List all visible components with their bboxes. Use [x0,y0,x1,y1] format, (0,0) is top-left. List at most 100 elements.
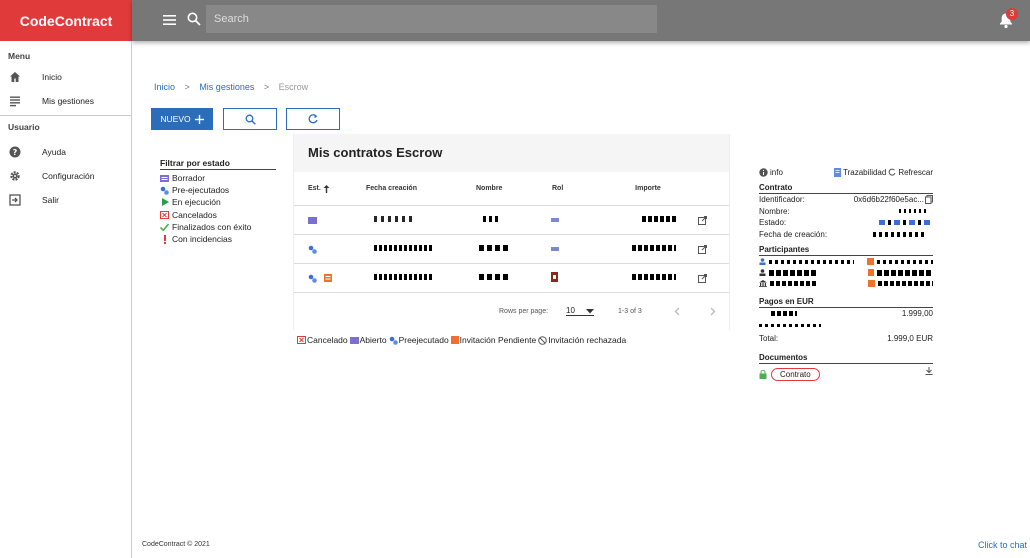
info-link[interactable]: info [759,168,783,177]
filter-con-incidencias[interactable]: Con incidencias [160,233,276,245]
table-row[interactable] [294,264,729,293]
rows-per-page-label: Rows per page: [499,307,549,315]
person-icon [759,269,766,276]
redacted-date [352,216,452,224]
legend-cancelado: Cancelado [297,335,348,345]
chevron-right-icon[interactable] [710,307,716,316]
filter-label: Finalizados con éxito [172,221,252,232]
trazabilidad-link[interactable]: Trazabilidad [834,167,886,177]
cancel-icon [160,210,169,219]
participant-row [759,267,934,278]
status-filter: Filtrar por estado Borrador Pre-ejecutad… [160,158,276,245]
sidebar-item-label: Ayuda [42,147,66,157]
sidebar-item-mis-gestiones[interactable]: Mis gestiones [0,89,131,113]
filter-label: Con incidencias [172,234,233,245]
breadcrumb-current: Escrow [278,82,309,92]
sidebar-item-label: Mis gestiones [42,96,94,106]
legend-preejecutado: Preejecutado [389,335,449,345]
col-est[interactable]: Est. [294,184,352,193]
footer-copyright: CodeContract © 2021 [142,541,210,548]
redacted-value [769,281,818,286]
filter-borrador[interactable]: Borrador [160,172,276,184]
search-icon [245,114,256,125]
sidebar-item-salir[interactable]: Salir [0,188,131,212]
filter-finalizados[interactable]: Finalizados con éxito [160,221,276,233]
svg-text:?: ? [13,148,18,157]
check-icon [160,222,169,231]
chevron-left-icon[interactable] [674,307,680,316]
redacted-value [768,259,855,264]
download-icon[interactable] [925,367,933,376]
draft-icon [308,216,317,224]
open-icon[interactable] [676,244,729,254]
redacted-amount [597,216,677,224]
redacted-value [876,259,933,264]
gears-icon [160,186,169,195]
pago-detail-row [759,320,933,332]
invitation-pending-icon [450,336,459,344]
breadcrumb-mis-gestiones[interactable]: Mis gestiones [199,82,254,92]
redacted-amount [597,245,677,253]
contracts-panel: Mis contratos Escrow Est. Fecha creación… [293,134,730,330]
sidebar-item-configuracion[interactable]: Configuración [0,164,131,188]
brand-logo[interactable]: CodeContract [0,0,132,41]
role-icon [531,246,597,253]
redacted-value [899,209,929,214]
col-nombre[interactable]: Nombre [452,185,532,192]
redacted-date [352,245,452,253]
home-icon [8,70,22,84]
gears-icon [308,245,317,254]
refresh-button[interactable] [286,108,340,130]
cancel-icon [297,336,306,344]
legend-abierto: Abierto [349,335,387,345]
sidebar-item-label: Salir [42,195,60,205]
redacted-value [771,311,797,317]
sidebar-item-ayuda[interactable]: ? Ayuda [0,140,131,164]
breadcrumb: Inicio > Mis gestiones > Escrow [154,82,308,92]
filter-en-ejecucion[interactable]: En ejecución [160,196,276,208]
search-input[interactable] [206,5,657,33]
breadcrumb-separator: > [263,82,270,92]
breadcrumb-inicio[interactable]: Inicio [154,82,175,92]
document-icon [834,167,842,177]
refrescar-link[interactable]: Refrescar [888,168,933,177]
sidebar-item-inicio[interactable]: Inicio [0,65,131,89]
refresh-icon [308,114,318,124]
copy-icon[interactable] [925,195,933,205]
plus-icon [194,114,204,124]
rows-per-page-select[interactable]: 10 [566,306,595,316]
role-icon [531,272,597,284]
redacted-amount [597,274,677,282]
open-icon[interactable] [676,215,729,225]
chevron-down-icon [586,309,595,314]
col-rol[interactable]: Rol [532,185,598,192]
contrato-document-button[interactable]: Contrato [771,368,820,381]
chat-link[interactable]: Click to chat [978,540,1027,550]
open-icon[interactable] [676,273,729,283]
filter-cancelados[interactable]: Cancelados [160,209,276,221]
invitation-pending-icon [867,269,875,276]
col-importe[interactable]: Importe [598,185,678,192]
hamburger-icon[interactable] [162,12,178,28]
notification-badge: 3 [1006,8,1018,20]
col-fecha[interactable]: Fecha creación [352,185,452,192]
list-icon [8,94,22,108]
redacted-value [879,220,933,226]
participantes-section-title: Participantes [759,245,933,256]
detail-actions: info Trazabilidad Refrescar [759,166,933,178]
search-button[interactable] [223,108,277,130]
status-cell [294,274,352,283]
redacted-value [768,269,817,276]
role-icon [531,217,597,224]
invitation-pending-icon [867,258,874,265]
logout-icon [8,193,22,207]
filter-pre-ejecutados[interactable]: Pre-ejecutados [160,184,276,196]
redacted-value [877,281,933,286]
table-row[interactable] [294,206,729,235]
redacted-name [451,216,531,224]
table-row[interactable] [294,235,729,264]
filter-label: Borrador [172,173,206,184]
new-button[interactable]: NUEVO [151,108,213,130]
play-icon [160,198,169,207]
lock-icon [759,370,767,379]
